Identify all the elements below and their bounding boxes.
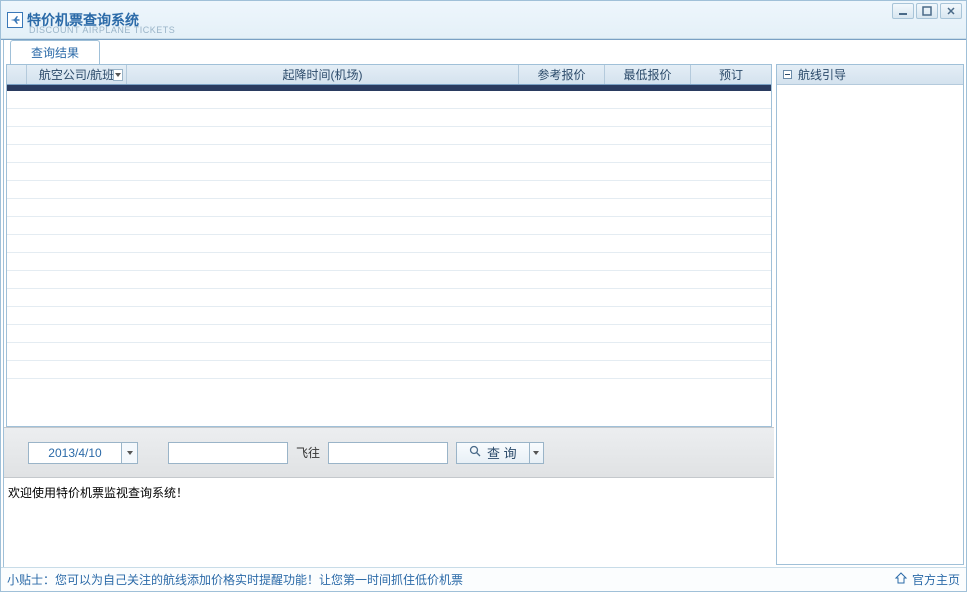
tab-results[interactable]: 查询结果 — [10, 40, 100, 64]
search-dropdown-button[interactable] — [529, 443, 543, 463]
official-homepage-label: 官方主页 — [912, 571, 960, 588]
from-input-wrap — [168, 442, 288, 464]
table-row — [7, 289, 771, 307]
to-label: 飞往 — [296, 444, 320, 461]
table-row — [7, 181, 771, 199]
table-row — [7, 127, 771, 145]
table-row — [7, 343, 771, 361]
search-controls: 2013/4/10 飞往 查 询 — [4, 427, 774, 477]
date-value: 2013/4/10 — [29, 446, 121, 460]
grid-header-airline[interactable]: 航空公司/航班 — [27, 65, 127, 84]
maximize-button[interactable] — [916, 3, 938, 19]
grid-header-time[interactable]: 起降时间(机场) — [127, 65, 519, 84]
table-row — [7, 91, 771, 109]
chevron-down-icon[interactable] — [113, 69, 123, 81]
titlebar: 特价机票查询系统 DISCOUNT AIRPLANE TICKETS — [1, 1, 966, 39]
search-button[interactable]: 查 询 — [456, 442, 544, 464]
collapse-icon[interactable] — [783, 70, 792, 79]
results-grid: 航空公司/航班 起降时间(机场) 参考报价 最低报价 预订 — [6, 64, 772, 427]
table-row — [7, 271, 771, 289]
tips-text: 您可以为自己关注的航线添加价格实时提醒功能！让您第一时间抓住低价机票 — [55, 571, 463, 588]
content-area: 查询结果 航空公司/航班 起降时间(机场) 参考报价 最低报价 预订 — [1, 39, 966, 567]
grid-header: 航空公司/航班 起降时间(机场) 参考报价 最低报价 预订 — [7, 65, 771, 85]
status-area: 欢迎使用特价机票监视查询系统！ — [4, 477, 774, 567]
grid-header-low-price[interactable]: 最低报价 — [605, 65, 691, 84]
main-pane: 查询结果 航空公司/航班 起降时间(机场) 参考报价 最低报价 预订 — [3, 40, 774, 567]
minimize-button[interactable] — [892, 3, 914, 19]
tab-row: 查询结果 — [4, 40, 774, 64]
table-row — [7, 217, 771, 235]
table-row — [7, 199, 771, 217]
table-row — [7, 163, 771, 181]
table-row — [7, 145, 771, 163]
app-window: 特价机票查询系统 DISCOUNT AIRPLANE TICKETS 查询结果 — [0, 0, 967, 592]
table-row — [7, 109, 771, 127]
route-guide-body — [777, 85, 963, 564]
to-input[interactable] — [329, 443, 447, 463]
grid-header-selector[interactable] — [7, 65, 27, 84]
from-input[interactable] — [169, 443, 287, 463]
table-row — [7, 325, 771, 343]
grid-header-ref-price[interactable]: 参考报价 — [519, 65, 605, 84]
airplane-icon — [7, 12, 23, 28]
search-button-label: 查 询 — [487, 443, 517, 462]
tips-label: 小贴士： — [7, 571, 55, 588]
grid-body — [7, 91, 771, 426]
date-picker[interactable]: 2013/4/10 — [28, 442, 138, 464]
search-icon — [469, 445, 481, 460]
table-row — [7, 235, 771, 253]
table-row — [7, 253, 771, 271]
close-button[interactable] — [940, 3, 962, 19]
date-dropdown-button[interactable] — [121, 443, 137, 463]
route-guide-panel: 航线引导 — [776, 64, 964, 565]
table-row — [7, 307, 771, 325]
home-icon — [894, 571, 908, 588]
table-row — [7, 361, 771, 379]
window-controls — [892, 3, 962, 19]
welcome-text: 欢迎使用特价机票监视查询系统！ — [8, 486, 188, 500]
official-homepage-link[interactable]: 官方主页 — [894, 571, 960, 588]
to-input-wrap — [328, 442, 448, 464]
footer: 小贴士： 您可以为自己关注的航线添加价格实时提醒功能！让您第一时间抓住低价机票 … — [1, 567, 966, 591]
grid-header-book[interactable]: 预订 — [691, 65, 771, 84]
app-subtitle: DISCOUNT AIRPLANE TICKETS — [29, 25, 175, 35]
route-guide-header[interactable]: 航线引导 — [777, 65, 963, 85]
route-guide-title: 航线引导 — [798, 66, 846, 83]
